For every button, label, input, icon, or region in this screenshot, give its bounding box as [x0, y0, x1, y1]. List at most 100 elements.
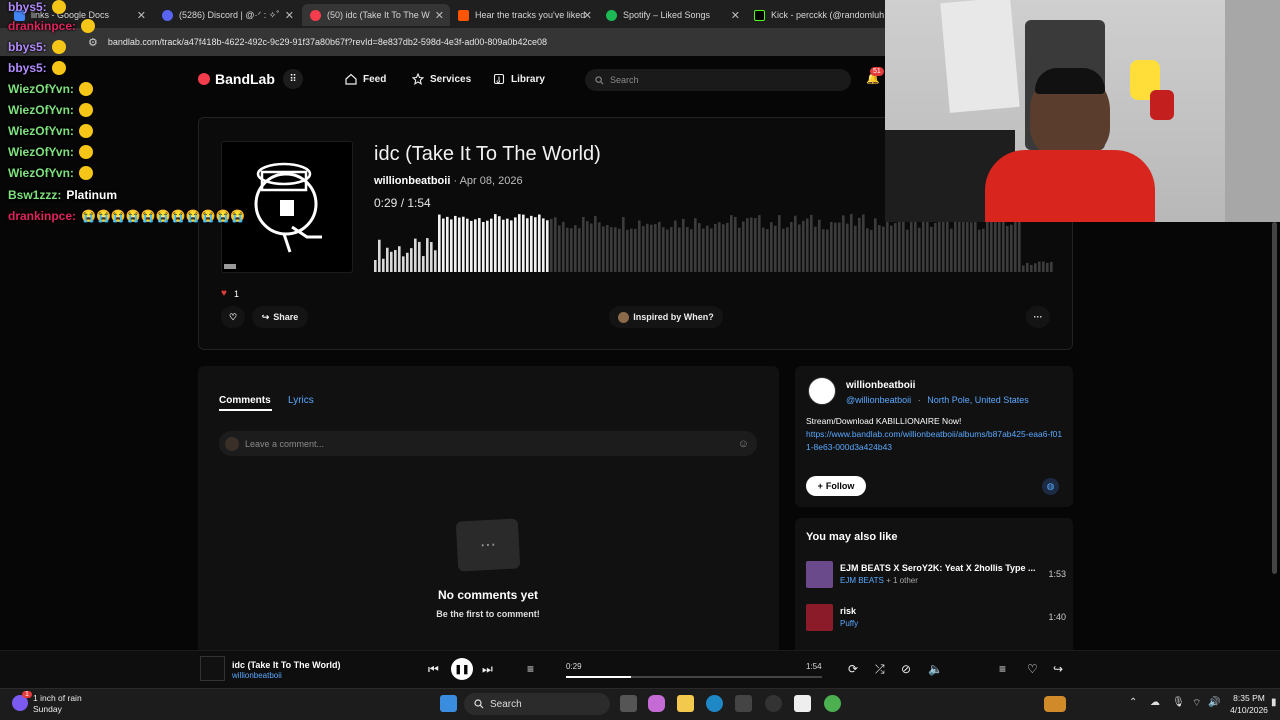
current-time: 0:29	[374, 196, 398, 210]
chrome-icon[interactable]	[824, 695, 841, 712]
bandlab-logo[interactable]: BandLab	[198, 71, 275, 87]
chat-message: drankinpce: 😭😭😭😭😭😭😭😭😭😭😭	[8, 209, 245, 223]
player-track-artist[interactable]: willionbeatboii	[232, 671, 282, 680]
windows-start-icon[interactable]	[440, 695, 457, 712]
app-icon[interactable]	[765, 695, 782, 712]
add-user-icon: +	[817, 481, 823, 491]
address-bar[interactable]: ⚙ bandlab.com/track/a47f418b-4622-492c-9…	[0, 28, 885, 56]
close-icon[interactable]: ✕	[731, 9, 740, 22]
like-button[interactable]: ♡	[221, 306, 245, 328]
waveform-bar	[1042, 261, 1045, 272]
store-icon[interactable]	[735, 695, 752, 712]
file-explorer-icon[interactable]	[677, 695, 694, 712]
emoji-icon[interactable]: ☺	[738, 438, 749, 450]
heart-outline-icon: ♡	[228, 311, 238, 322]
tab-soundcloud[interactable]: Hear the tracks you've liked ✕	[450, 4, 598, 26]
comment-input[interactable]: Leave a comment... ☺	[219, 431, 757, 456]
share-icon[interactable]: ↪	[1053, 662, 1063, 676]
no-loop-icon[interactable]: ⊘	[901, 662, 911, 676]
related-track-item[interactable]: EJM BEATS X SeroY2K: Yeat X 2hollis Type…	[806, 561, 1066, 591]
speaker-icon[interactable]: 🔊	[1208, 697, 1220, 708]
heart-outline-icon[interactable]: ♡	[1027, 662, 1038, 676]
microphone-icon[interactable]: 🎙	[1172, 697, 1185, 708]
notification-count-badge: 51	[870, 67, 884, 76]
heart-filled-icon: ♥	[221, 288, 227, 299]
waveform-bar	[810, 214, 813, 272]
waveform-bar	[642, 226, 645, 272]
close-icon[interactable]: ✕	[435, 9, 444, 22]
chevron-up-icon[interactable]: ⌃	[1129, 697, 1137, 708]
waveform-bar	[882, 226, 885, 272]
player-current-time: 0:29	[566, 662, 582, 671]
waveform-bar	[422, 256, 425, 272]
volume-icon[interactable]: 🔈	[928, 662, 943, 676]
search-input[interactable]: Search	[585, 69, 851, 91]
weather-widget[interactable]: 1 inch of rain Sunday	[33, 693, 82, 715]
player-cover-thumbnail[interactable]	[200, 656, 225, 681]
chat-username: drankinpce:	[8, 209, 77, 223]
bio-link[interactable]: https://www.bandlab.com/willionbeatboii/…	[806, 428, 1064, 454]
repeat-icon[interactable]: ⟳	[848, 662, 858, 676]
close-icon[interactable]: ✕	[583, 9, 592, 22]
nav-feed[interactable]: Feed	[345, 73, 386, 85]
shuffle-icon[interactable]: ⤮	[875, 662, 885, 677]
notification-center-icon[interactable]: ▮	[1271, 697, 1277, 708]
waveform-bar	[942, 217, 945, 272]
tab-kick[interactable]: Kick - percckk (@randomluh	[746, 4, 885, 26]
player-track-title[interactable]: idc (Take It To The World)	[232, 660, 341, 670]
artist-handle[interactable]: @willionbeatboii	[846, 395, 911, 405]
next-icon[interactable]: ⏭	[482, 662, 493, 677]
chat-message: WiezOfYvn:	[8, 103, 93, 117]
empty-comments-state: ⋯ No comments yet Be the first to commen…	[388, 518, 588, 619]
tab-comments[interactable]: Comments	[219, 395, 271, 406]
waveform-bar	[450, 219, 453, 272]
waveform-bar	[738, 227, 741, 272]
pause-button[interactable]: ❚❚	[451, 658, 473, 680]
site-info-icon[interactable]: ⚙	[88, 36, 98, 49]
more-options-button[interactable]: ···	[1026, 306, 1050, 328]
track-cover-art[interactable]	[221, 141, 353, 273]
artist-name[interactable]: willionbeatboii	[846, 380, 915, 391]
copilot-icon[interactable]	[648, 695, 665, 712]
previous-icon[interactable]: ⏮	[428, 662, 439, 677]
page-scrollbar[interactable]	[1272, 222, 1277, 574]
close-icon[interactable]: ✕	[137, 9, 146, 22]
waveform-bar	[818, 219, 821, 272]
edge-icon[interactable]	[706, 695, 723, 712]
waveform-bar	[570, 228, 573, 272]
apps-grid-button[interactable]: ⠿	[283, 69, 303, 89]
taskbar-search[interactable]: Search	[464, 693, 1066, 715]
artist-location[interactable]: North Pole, United States	[927, 395, 1029, 405]
nav-services[interactable]: Services	[412, 73, 471, 85]
close-icon[interactable]: ✕	[285, 9, 294, 22]
queue-icon[interactable]: ≡	[527, 662, 534, 676]
bandlab-top-nav: BandLab ⠿ Feed Services Library Search 🔔	[0, 56, 885, 102]
artist-avatar[interactable]	[808, 377, 836, 405]
inspired-avatar	[618, 311, 630, 323]
follow-button[interactable]: + Follow	[806, 476, 866, 496]
tab-bandlab-track[interactable]: (50) idc (Take It To The W ✕	[302, 4, 450, 26]
chat-username: Bsw1zzz:	[8, 188, 62, 202]
tab-spotify[interactable]: Spotify – Liked Songs ✕	[598, 4, 746, 26]
waveform-bar	[662, 227, 665, 272]
globe-icon[interactable]: ◍	[1042, 478, 1059, 495]
tab-discord[interactable]: (5286) Discord | @·ᐟ : ✧˚ ✕	[154, 4, 300, 26]
spotify-icon	[606, 9, 617, 21]
track-artist-link[interactable]: willionbeatboii	[374, 175, 450, 187]
url-text[interactable]: bandlab.com/track/a47f418b-4622-492c-9c2…	[108, 37, 547, 47]
task-view-icon[interactable]	[620, 695, 637, 712]
nav-library[interactable]: Library	[493, 73, 545, 85]
add-to-playlist-icon[interactable]: ≡	[999, 662, 1006, 676]
share-button[interactable]: ↪ Share	[252, 306, 308, 328]
wifi-icon[interactable]: ⌔	[1192, 697, 1201, 710]
waveform-bar	[506, 218, 509, 272]
capcut-icon[interactable]	[794, 695, 811, 712]
inspired-by-button[interactable]: Inspired by When?	[609, 306, 723, 328]
waveform-bar	[766, 229, 769, 272]
onedrive-icon[interactable]: ☁	[1150, 697, 1160, 708]
taskbar-clock[interactable]: 8:35 PM 4/10/2026	[1227, 692, 1271, 716]
related-track-item[interactable]: risk Puffy 1:40	[806, 604, 1066, 634]
tab-lyrics[interactable]: Lyrics	[288, 395, 314, 406]
waveform-bar	[706, 225, 709, 272]
waveform-bar	[858, 217, 861, 272]
